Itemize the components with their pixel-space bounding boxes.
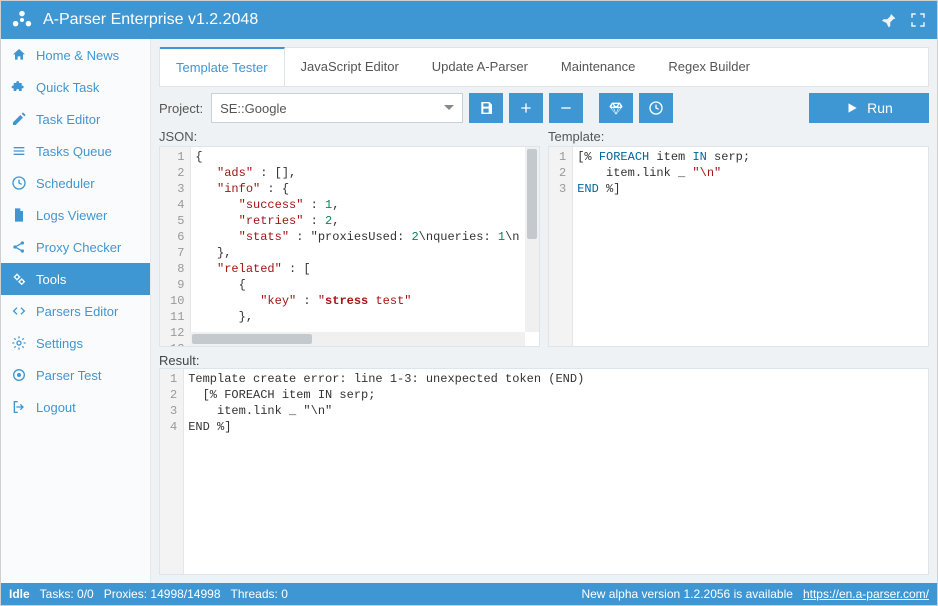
status-update-text: New alpha version 1.2.2056 is available: [581, 587, 792, 601]
remove-button[interactable]: [549, 93, 583, 123]
gears-icon: [11, 271, 27, 287]
status-state: Idle: [9, 587, 30, 601]
tab-update-a-parser[interactable]: Update A-Parser: [416, 48, 545, 86]
json-scrollbar-vertical[interactable]: [525, 147, 539, 332]
target-icon: [11, 367, 27, 383]
share-icon: [11, 239, 27, 255]
chevron-down-icon: [444, 105, 454, 115]
sidebar-item-task-editor[interactable]: Task Editor: [1, 103, 150, 135]
sidebar-item-logout[interactable]: Logout: [1, 391, 150, 423]
main-content: Template TesterJavaScript EditorUpdate A…: [151, 39, 937, 583]
logout-icon: [11, 399, 27, 415]
json-panel-label: JSON:: [159, 129, 540, 144]
json-gutter: 12345678910111213: [160, 147, 191, 346]
sidebar-item-quick-task[interactable]: Quick Task: [1, 71, 150, 103]
sidebar-item-label: Logs Viewer: [36, 208, 107, 223]
run-button-label: Run: [867, 100, 893, 116]
result-editor[interactable]: 1234 Template create error: line 1-3: un…: [159, 368, 929, 575]
result-panel: Result: 1234 Template create error: line…: [159, 353, 929, 575]
template-panel: Template: 123 [% FOREACH item IN serp; i…: [548, 129, 929, 347]
tab-template-tester[interactable]: Template Tester: [160, 47, 285, 86]
clock-icon: [11, 175, 27, 191]
sidebar-item-parser-test[interactable]: Parser Test: [1, 359, 150, 391]
template-panel-label: Template:: [548, 129, 929, 144]
sidebar-item-home-news[interactable]: Home & News: [1, 39, 150, 71]
json-scrollbar-horizontal[interactable]: [190, 332, 525, 346]
run-button[interactable]: Run: [809, 93, 929, 123]
home-icon: [11, 47, 27, 63]
json-panel: JSON: 12345678910111213 { "ads" : [], "i…: [159, 129, 540, 347]
sidebar-item-settings[interactable]: Settings: [1, 327, 150, 359]
app-title: A-Parser Enterprise v1.2.2048: [43, 11, 867, 29]
status-update-link[interactable]: https://en.a-parser.com/: [803, 587, 929, 601]
json-code[interactable]: { "ads" : [], "info" : { "success" : 1, …: [191, 147, 539, 346]
file-icon: [11, 207, 27, 223]
status-tasks: Tasks: 0/0: [40, 587, 94, 601]
app-logo-icon: [11, 9, 33, 31]
toolbar: Project: SE::Google Run: [159, 93, 929, 123]
template-code[interactable]: [% FOREACH item IN serp; item.link _ "\n…: [573, 147, 928, 346]
project-select-value: SE::Google: [220, 101, 287, 116]
fullscreen-icon[interactable]: [909, 11, 927, 29]
app-header: A-Parser Enterprise v1.2.2048: [1, 1, 937, 39]
project-select[interactable]: SE::Google: [211, 93, 463, 123]
sidebar-item-parsers-editor[interactable]: Parsers Editor: [1, 295, 150, 327]
sidebar-item-label: Task Editor: [36, 112, 100, 127]
sidebar-item-scheduler[interactable]: Scheduler: [1, 167, 150, 199]
json-editor[interactable]: 12345678910111213 { "ads" : [], "info" :…: [159, 146, 540, 347]
sidebar-item-label: Settings: [36, 336, 83, 351]
save-button[interactable]: [469, 93, 503, 123]
sidebar-item-label: Scheduler: [36, 176, 95, 191]
sidebar-item-logs-viewer[interactable]: Logs Viewer: [1, 199, 150, 231]
sidebar-item-tools[interactable]: Tools: [1, 263, 150, 295]
add-button[interactable]: [509, 93, 543, 123]
sidebar-item-label: Tools: [36, 272, 66, 287]
list-icon: [11, 143, 27, 159]
status-threads: Threads: 0: [231, 587, 288, 601]
sidebar-item-label: Parsers Editor: [36, 304, 118, 319]
sidebar-item-label: Logout: [36, 400, 76, 415]
result-panel-label: Result:: [159, 353, 929, 368]
sidebar-item-label: Home & News: [36, 48, 119, 63]
sidebar-item-proxy-checker[interactable]: Proxy Checker: [1, 231, 150, 263]
sidebar-item-tasks-queue[interactable]: Tasks Queue: [1, 135, 150, 167]
project-label: Project:: [159, 101, 203, 116]
clock-button[interactable]: [639, 93, 673, 123]
status-bar: Idle Tasks: 0/0 Proxies: 14998/14998 Thr…: [1, 583, 937, 605]
code-icon: [11, 303, 27, 319]
sidebar: Home & News Quick Task Task Editor Tasks Qu…: [1, 39, 151, 583]
tab-regex-builder[interactable]: Regex Builder: [652, 48, 767, 86]
template-editor[interactable]: 123 [% FOREACH item IN serp; item.link _…: [548, 146, 929, 347]
sidebar-item-label: Proxy Checker: [36, 240, 121, 255]
result-code: Template create error: line 1-3: unexpec…: [184, 369, 928, 574]
pencil-icon: [11, 111, 27, 127]
pin-icon[interactable]: [879, 11, 897, 29]
sidebar-item-label: Quick Task: [36, 80, 99, 95]
play-icon: [845, 101, 859, 115]
status-proxies: Proxies: 14998/14998: [104, 587, 221, 601]
tab-maintenance[interactable]: Maintenance: [545, 48, 652, 86]
puzzle-icon: [11, 79, 27, 95]
result-gutter: 1234: [160, 369, 184, 574]
gear-icon: [11, 335, 27, 351]
tab-bar: Template TesterJavaScript EditorUpdate A…: [159, 47, 929, 87]
sidebar-item-label: Tasks Queue: [36, 144, 112, 159]
template-gutter: 123: [549, 147, 573, 346]
tab-javascript-editor[interactable]: JavaScript Editor: [285, 48, 416, 86]
diamond-button[interactable]: [599, 93, 633, 123]
sidebar-item-label: Parser Test: [36, 368, 102, 383]
